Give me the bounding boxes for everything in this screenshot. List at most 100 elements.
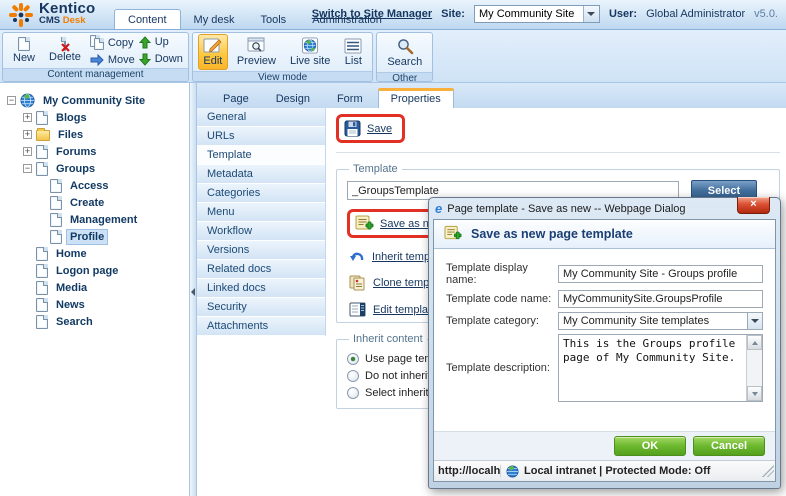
- page-icon: [36, 246, 48, 261]
- save-floppy-icon: [344, 120, 361, 137]
- category-select-arrow-icon[interactable]: [747, 313, 762, 329]
- toolbar: New Delete Copy Move Up Down Content man…: [0, 30, 786, 83]
- new-button[interactable]: New: [8, 34, 40, 67]
- scroll-down-icon[interactable]: [747, 386, 762, 401]
- kentico-cms-desk-app: { "header": { "brand": "Kentico", "produ…: [0, 0, 786, 496]
- tree-item-create[interactable]: Create: [0, 194, 189, 211]
- save-button[interactable]: Save: [367, 123, 392, 135]
- code-name-label: Template code name:: [446, 293, 552, 305]
- tab-tools[interactable]: Tools: [248, 10, 300, 29]
- category-select[interactable]: My Community Site templates: [558, 312, 763, 330]
- switch-to-site-manager-link[interactable]: Switch to Site Manager: [312, 8, 432, 20]
- side-menu-general[interactable]: General: [197, 108, 325, 127]
- resize-grip[interactable]: [762, 465, 774, 477]
- code-name-input[interactable]: [558, 290, 763, 308]
- group-label-other: Other: [377, 72, 433, 81]
- description-text[interactable]: This is the Groups profile page of My Co…: [559, 335, 746, 401]
- user-value: Global Administrator: [646, 8, 746, 20]
- search-button[interactable]: Search: [382, 34, 427, 71]
- tab-design[interactable]: Design: [264, 89, 322, 108]
- tree-item-root[interactable]: − My Community Site: [0, 92, 189, 109]
- side-menu-linked-docs[interactable]: Linked docs: [197, 279, 325, 298]
- page-icon: [50, 229, 62, 244]
- radio-selected-icon[interactable]: [347, 353, 359, 365]
- tree-item-files[interactable]: + Files: [0, 126, 189, 143]
- tab-content[interactable]: Content: [114, 9, 181, 29]
- scroll-up-icon[interactable]: [747, 335, 762, 350]
- ok-button[interactable]: OK: [614, 436, 686, 456]
- side-menu-template[interactable]: Template: [197, 146, 325, 165]
- tab-properties[interactable]: Properties: [377, 88, 454, 108]
- tree-item-blogs[interactable]: + Blogs: [0, 109, 189, 126]
- display-name-input[interactable]: [558, 265, 763, 283]
- side-menu-menu[interactable]: Menu: [197, 203, 325, 222]
- tree-item-groups[interactable]: − Groups: [0, 160, 189, 177]
- page-icon: [36, 280, 48, 295]
- dialog-footer: OK Cancel: [434, 431, 775, 460]
- edit-template-properties-icon: [349, 302, 366, 317]
- move-button[interactable]: Move: [90, 54, 135, 66]
- textarea-scrollbar[interactable]: [746, 335, 762, 401]
- radio-icon[interactable]: [347, 387, 359, 399]
- tab-my-desk[interactable]: My desk: [181, 10, 248, 29]
- tree-item-profile[interactable]: Profile: [0, 228, 189, 245]
- description-textarea[interactable]: This is the Groups profile page of My Co…: [558, 334, 763, 402]
- site-select-arrow-icon[interactable]: [582, 6, 599, 22]
- side-menu-related-docs[interactable]: Related docs: [197, 260, 325, 279]
- category-select-value: My Community Site templates: [563, 315, 710, 327]
- tab-form[interactable]: Form: [325, 89, 375, 108]
- tree-item-logon-page[interactable]: Logon page: [0, 262, 189, 279]
- dialog-body: Save as new page template Template displ…: [433, 219, 776, 482]
- site-select[interactable]: My Community Site: [473, 5, 600, 23]
- tab-page[interactable]: Page: [211, 89, 261, 108]
- folder-icon: [36, 128, 50, 141]
- tree-item-home[interactable]: Home: [0, 245, 189, 262]
- expand-expander-icon[interactable]: +: [23, 130, 32, 139]
- side-menu-workflow[interactable]: Workflow: [197, 222, 325, 241]
- side-menu-security[interactable]: Security: [197, 298, 325, 317]
- down-arrow-icon: [138, 53, 151, 66]
- expand-expander-icon[interactable]: +: [23, 113, 32, 122]
- side-menu-urls[interactable]: URLs: [197, 127, 325, 146]
- cancel-button[interactable]: Cancel: [693, 436, 765, 456]
- side-menu-versions[interactable]: Versions: [197, 241, 325, 260]
- page-icon: [36, 144, 48, 159]
- panel-splitter[interactable]: [190, 83, 197, 496]
- new-page-icon: [18, 37, 30, 51]
- side-menu-metadata[interactable]: Metadata: [197, 165, 325, 184]
- dialog-titlebar[interactable]: e Page template - Save as new -- Webpage…: [433, 197, 776, 219]
- list-button[interactable]: List: [339, 35, 367, 70]
- side-menu-categories[interactable]: Categories: [197, 184, 325, 203]
- tree-item-forums[interactable]: + Forums: [0, 143, 189, 160]
- preview-button[interactable]: Preview: [232, 34, 281, 70]
- collapse-expander-icon[interactable]: −: [7, 96, 16, 105]
- tree-item-search[interactable]: Search: [0, 313, 189, 330]
- dialog-form: Template display name: Template code nam…: [434, 249, 775, 406]
- side-menu-attachments[interactable]: Attachments: [197, 317, 325, 336]
- copy-button[interactable]: Copy: [89, 35, 135, 50]
- edit-pencil-icon: [203, 38, 222, 53]
- collapse-arrow-icon[interactable]: [191, 288, 195, 296]
- status-url: http://localh: [434, 465, 501, 477]
- tree-item-management[interactable]: Management: [0, 211, 189, 228]
- clone-template-icon: [349, 275, 365, 291]
- brand-name: Kentico: [39, 0, 96, 17]
- expand-expander-icon[interactable]: +: [23, 147, 32, 156]
- delete-button[interactable]: Delete: [44, 35, 86, 66]
- properties-side-menu: General URLs Template Metadata Categorie…: [197, 108, 326, 336]
- up-button[interactable]: Up: [138, 35, 183, 49]
- tree-item-news[interactable]: News: [0, 296, 189, 313]
- down-button[interactable]: Down: [138, 53, 183, 66]
- description-label: Template description:: [446, 362, 550, 374]
- copy-icon: [89, 35, 104, 50]
- version-text: v5.0.: [754, 8, 778, 20]
- tree-item-media[interactable]: Media: [0, 279, 189, 296]
- collapse-expander-icon[interactable]: −: [23, 164, 32, 173]
- close-icon[interactable]: ×: [737, 197, 770, 214]
- dialog-spacer: [434, 406, 775, 431]
- radio-icon[interactable]: [347, 370, 359, 382]
- site-label: Site:: [441, 8, 465, 20]
- live-site-button[interactable]: Live site: [285, 34, 335, 70]
- edit-button[interactable]: Edit: [197, 34, 228, 70]
- tree-item-access[interactable]: Access: [0, 177, 189, 194]
